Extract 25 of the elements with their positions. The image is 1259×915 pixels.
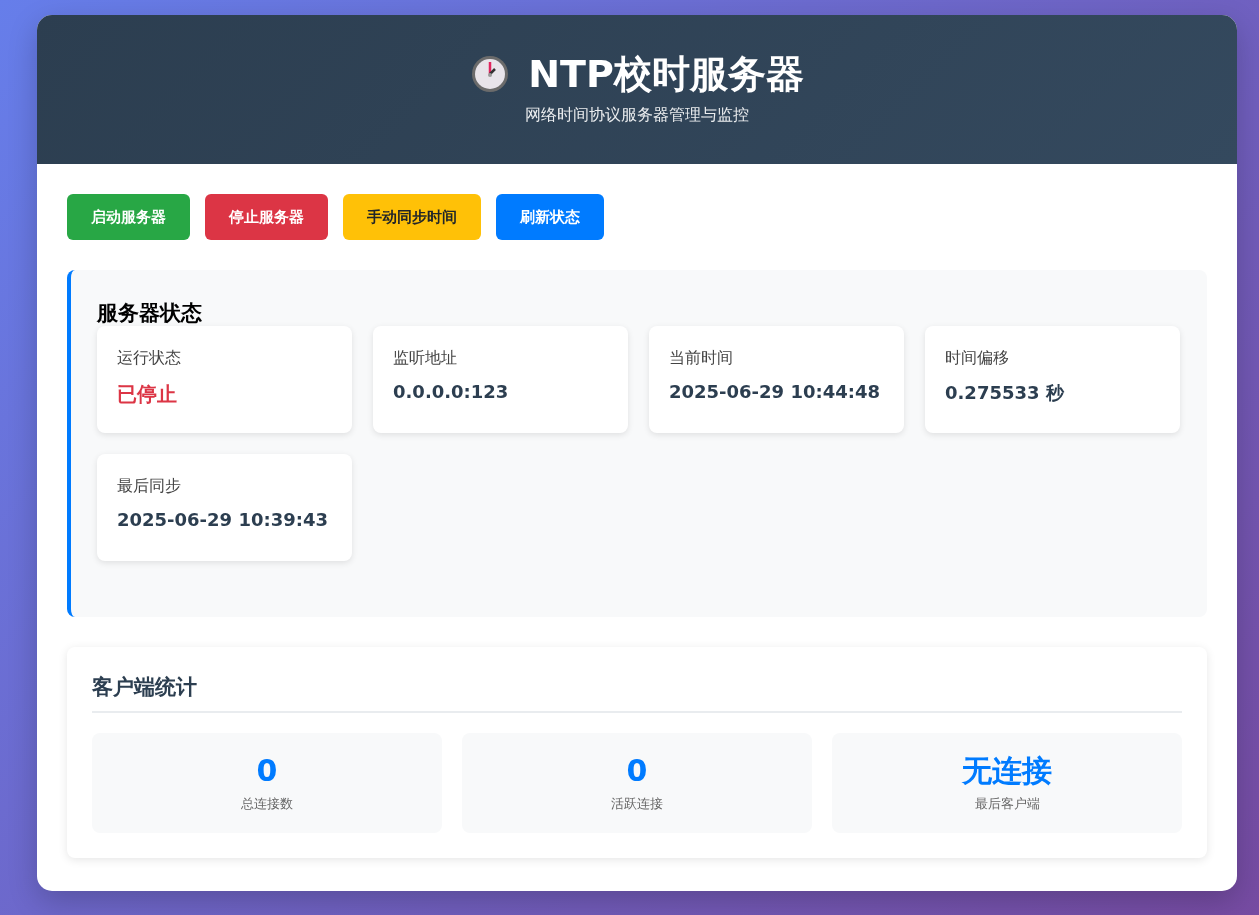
section-title: 客户端统计 xyxy=(92,673,1182,713)
status-label: 时间偏移 xyxy=(945,348,1010,369)
stat-label: 最后客户端 xyxy=(973,795,1041,813)
action-button[interactable]: 启动服务器 xyxy=(67,194,190,240)
status-label: 运行状态 xyxy=(117,348,182,369)
status-label: 当前时间 xyxy=(669,348,734,369)
status-label: 监听地址 xyxy=(393,348,458,369)
stat-label: 总连接数 xyxy=(240,795,294,813)
status-value: 已停止 xyxy=(117,381,178,408)
action-button[interactable]: 手动同步时间 xyxy=(343,194,481,240)
status-label: 最后同步 xyxy=(117,476,182,497)
section-title: 服务器状态 xyxy=(97,300,203,327)
status-value: 2025-06-29 10:39:43 xyxy=(117,509,329,530)
status-value: 0.275533 秒 xyxy=(945,381,1065,405)
stat-value: 0 xyxy=(255,753,279,789)
status-value: 0.0.0.0:123 xyxy=(393,381,510,402)
clock-icon xyxy=(470,54,511,94)
action-button[interactable]: 停止服务器 xyxy=(205,194,328,240)
page-title: NTP校时服务器 xyxy=(528,51,804,97)
stat-value: 无连接 xyxy=(961,753,1053,789)
stat-label: 活跃连接 xyxy=(610,795,664,813)
stat-value: 0 xyxy=(625,753,649,789)
status-value: 2025-06-29 10:44:48 xyxy=(669,381,881,402)
action-button[interactable]: 刷新状态 xyxy=(496,194,604,240)
page-subtitle: 网络时间协议服务器管理与监控 xyxy=(524,105,750,126)
